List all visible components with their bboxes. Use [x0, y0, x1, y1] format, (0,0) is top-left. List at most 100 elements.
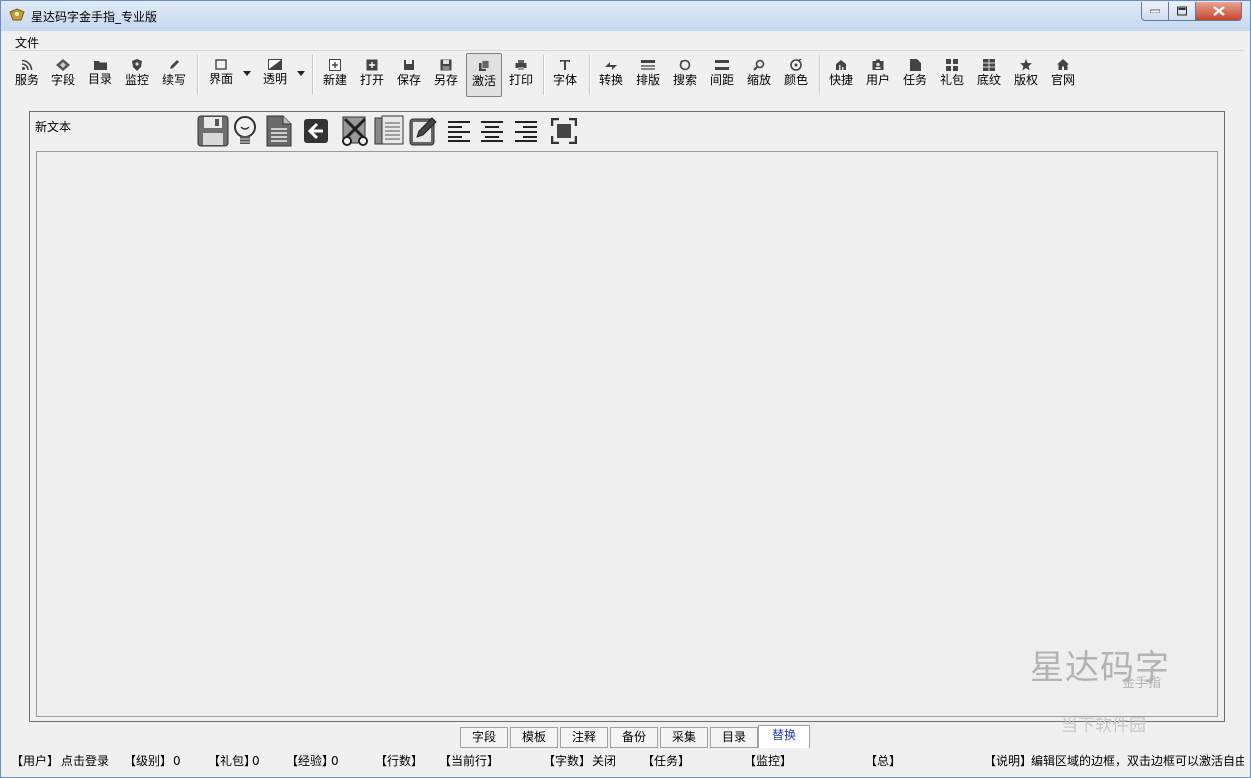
rss-icon [21, 59, 33, 71]
copy-pages-icon[interactable] [373, 115, 405, 150]
close-button[interactable] [1196, 2, 1242, 21]
save-as-button[interactable]: 另存 [430, 53, 462, 97]
task-button[interactable]: 任务 [899, 53, 931, 97]
editor-panel: 新文本 星达码字 金手指 [29, 111, 1225, 722]
home-icon [1057, 59, 1069, 70]
status-gift-label: 【礼包】 [208, 754, 257, 768]
convert-arrows-icon [605, 62, 617, 70]
tab-notes[interactable]: 注释 [560, 727, 608, 748]
save-icon [404, 60, 414, 70]
task-label: 任务 [902, 73, 927, 87]
new-button[interactable]: 新建 [319, 53, 351, 97]
zoom-button[interactable]: 缩放 [743, 53, 775, 97]
activate-button[interactable]: 激活 [466, 53, 502, 97]
transparency-label: 透明 [262, 72, 287, 86]
copyright-button[interactable]: 版权 [1010, 53, 1042, 97]
transparency-button[interactable]: 透明 [257, 53, 293, 97]
service-button[interactable]: 服务 [11, 53, 43, 97]
palette-icon [790, 59, 802, 71]
lightbulb-icon[interactable] [231, 115, 259, 150]
monitor-button[interactable]: 监控 [121, 53, 153, 97]
tab-field[interactable]: 字段 [460, 727, 508, 748]
texture-grid-icon [983, 59, 995, 71]
ui-button[interactable]: 界面 [203, 53, 239, 97]
status-monitor-label: 【监控】 [744, 754, 793, 768]
search-label: 搜索 [672, 73, 697, 87]
tab-collect[interactable]: 采集 [660, 727, 708, 748]
spacing-button[interactable]: 间距 [706, 53, 738, 97]
fullscreen-icon[interactable] [550, 117, 578, 147]
align-left-icon[interactable] [447, 119, 471, 146]
field-button[interactable]: 字段 [47, 53, 79, 97]
website-button[interactable]: 官网 [1047, 53, 1079, 97]
print-button[interactable]: 打印 [505, 53, 537, 97]
status-user-label: 【用户】 [11, 754, 60, 768]
scissors-icon[interactable] [339, 115, 371, 150]
status-desc-label: 【说明】 [984, 754, 1033, 768]
service-label: 服务 [14, 73, 39, 87]
user-card-icon [872, 59, 884, 70]
shortcut-button[interactable]: 快捷 [825, 53, 857, 97]
magnifier-icon [753, 59, 765, 71]
layout-button[interactable]: 排版 [632, 53, 664, 97]
minimize-button[interactable] [1141, 2, 1169, 21]
align-right-icon[interactable] [514, 119, 538, 146]
menu-bar: 文件 [9, 32, 1244, 51]
edit-note-icon[interactable] [408, 115, 438, 150]
plus-box-icon [329, 59, 341, 71]
transparency-dropdown-arrow[interactable] [297, 71, 305, 76]
shield-icon [132, 59, 142, 71]
menu-file[interactable]: 文件 [15, 34, 39, 51]
back-arrow-icon[interactable] [303, 118, 329, 147]
status-login-link[interactable]: 点击登录 [61, 751, 109, 771]
toolbar-separator [589, 55, 591, 95]
convert-button[interactable]: 转换 [595, 53, 627, 97]
user-button[interactable]: 用户 [862, 53, 894, 97]
shortcut-label: 快捷 [828, 73, 853, 87]
texture-button[interactable]: 底纹 [973, 53, 1005, 97]
save-button[interactable]: 保存 [393, 53, 425, 97]
home-chart-icon [836, 60, 846, 70]
document-icon [909, 59, 921, 71]
spacing-icon [715, 60, 729, 70]
text-editor-area[interactable] [36, 151, 1218, 717]
app-window: 星达码字金手指_专业版 文件 服务 字段 目录 监控 续写 界面 透明 新建 打… [0, 0, 1251, 778]
status-task-label: 【任务】 [642, 754, 691, 768]
layout-label: 排版 [635, 73, 660, 87]
tab-replace[interactable]: 替换 [758, 725, 810, 748]
toolbar-separator [197, 55, 199, 95]
transparency-icon [268, 59, 282, 70]
editor-save-icon[interactable] [197, 115, 229, 150]
title-bar[interactable]: 星达码字金手指_专业版 [1, 1, 1250, 31]
status-level-label: 【级别】 [124, 754, 173, 768]
convert-label: 转换 [598, 73, 623, 87]
window-icon [215, 59, 227, 70]
tab-backup[interactable]: 备份 [610, 727, 658, 748]
align-center-icon[interactable] [480, 119, 504, 146]
document-lines-icon[interactable] [265, 115, 293, 150]
open-button[interactable]: 打开 [356, 53, 388, 97]
status-bar: 【用户】 点击登录 【级别】 0 【礼包】 0 【经验】 0 【行数】 【当前行… [9, 751, 1244, 771]
copyright-label: 版权 [1013, 73, 1038, 87]
save-label: 保存 [396, 73, 421, 87]
tab-catalog[interactable]: 目录 [710, 727, 758, 748]
user-label: 用户 [865, 73, 890, 87]
catalog-button[interactable]: 目录 [84, 53, 116, 97]
color-button[interactable]: 颜色 [780, 53, 812, 97]
gift-button[interactable]: 礼包 [936, 53, 968, 97]
catalog-label: 目录 [87, 72, 112, 86]
window-title: 星达码字金手指_专业版 [31, 10, 158, 24]
ui-label: 界面 [208, 72, 233, 86]
monitor-label: 监控 [124, 73, 149, 87]
field-label: 字段 [50, 73, 75, 87]
maximize-button[interactable] [1169, 2, 1196, 21]
search-button[interactable]: 搜索 [669, 53, 701, 97]
tab-template[interactable]: 模板 [510, 727, 558, 748]
app-logo-icon [9, 7, 25, 23]
status-words-value: 关闭 [592, 754, 617, 768]
status-exp-value: 0 [331, 754, 339, 768]
continue-button[interactable]: 续写 [158, 53, 190, 97]
status-lines-label: 【行数】 [375, 754, 424, 768]
ui-dropdown-arrow[interactable] [243, 71, 251, 76]
font-button[interactable]: 字体 [549, 53, 581, 97]
